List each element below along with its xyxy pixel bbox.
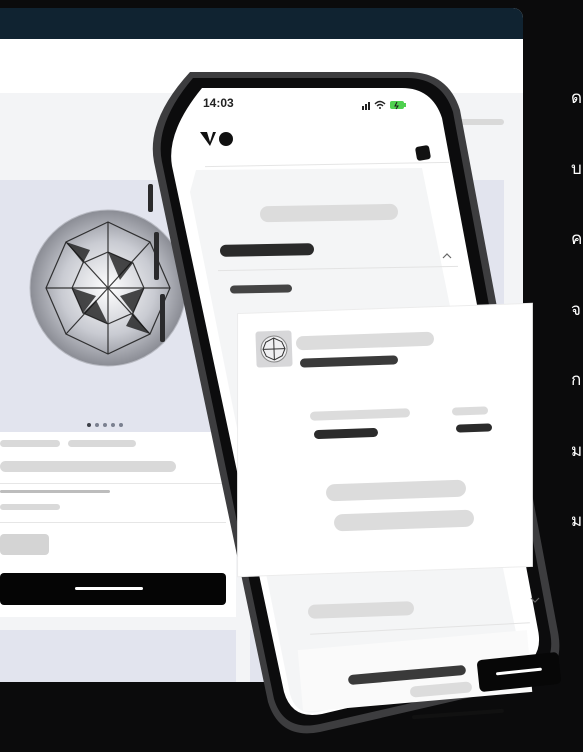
carousel-dot-active[interactable] (87, 423, 91, 427)
side-char: จ (571, 299, 581, 320)
price-sub-placeholder (0, 504, 60, 510)
desktop-topbar (0, 8, 523, 39)
side-char: ด (571, 88, 583, 108)
side-char: ค (571, 229, 583, 249)
product-spec-placeholder (68, 440, 136, 447)
chevron-up-icon[interactable] (442, 248, 452, 259)
carousel-dot[interactable] (119, 423, 123, 427)
side-char: ก (571, 370, 582, 390)
page-title-placeholder (259, 203, 399, 223)
product-thumbnail (255, 330, 293, 368)
option-selector[interactable] (0, 534, 49, 555)
total-value-placeholder (455, 423, 493, 433)
button-label-placeholder (495, 667, 542, 676)
carousel-dot[interactable] (103, 423, 107, 427)
subsection-label-placeholder (229, 284, 293, 294)
price-placeholder (0, 490, 110, 493)
carousel-dot[interactable] (111, 423, 115, 427)
side-char: ม (571, 511, 583, 531)
signal-icon (362, 102, 370, 110)
brand-logo[interactable] (198, 130, 234, 148)
phone-mockup: 14:03 (148, 72, 562, 742)
side-caption: ด บ ค จ ก ม ม (571, 40, 583, 557)
product-spec-placeholder (0, 440, 60, 447)
menu-icon[interactable] (414, 144, 432, 162)
chevron-down-icon[interactable] (530, 592, 540, 603)
side-char: บ (571, 158, 582, 179)
carousel-dot[interactable] (95, 423, 99, 427)
wifi-icon (374, 100, 386, 107)
status-time: 14:03 (203, 96, 234, 110)
battery-charging-icon (390, 101, 406, 110)
side-char: ม (571, 440, 583, 461)
summary-value-placeholder (451, 406, 489, 416)
button-label-placeholder (75, 587, 143, 590)
section-title-placeholder (219, 243, 315, 257)
status-icons (362, 98, 410, 110)
